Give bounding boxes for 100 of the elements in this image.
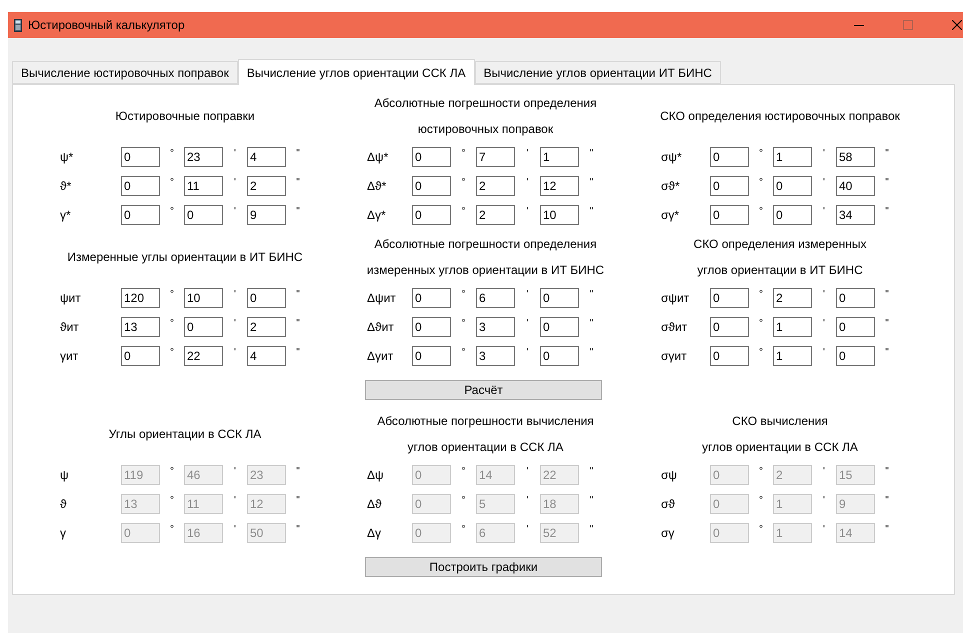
number-field[interactable]: 0 xyxy=(412,204,451,224)
number-field[interactable]: 2 xyxy=(476,204,515,224)
angle-label: σψ* xyxy=(661,150,683,164)
number-field[interactable]: 1 xyxy=(540,146,579,166)
action-button[interactable]: Построить графики xyxy=(365,557,602,577)
number-field[interactable]: 0 xyxy=(710,176,749,196)
unit-mark: ° xyxy=(169,466,175,477)
number-field[interactable]: 0 xyxy=(121,204,160,224)
number-field[interactable]: 0 xyxy=(121,176,160,196)
angle-label: σγит xyxy=(661,348,688,362)
number-field[interactable]: 0 xyxy=(836,346,875,366)
unit-mark: ' xyxy=(526,148,530,159)
number-field[interactable]: 0 xyxy=(710,346,749,366)
number-field[interactable]: 0 xyxy=(121,346,160,366)
number-field[interactable]: 2 xyxy=(247,176,286,196)
unit-mark: " xyxy=(588,524,594,535)
number-field[interactable]: 0 xyxy=(247,288,286,308)
tab[interactable]: Вычисление углов ориентации ИТ БИНС xyxy=(474,61,721,84)
unit-mark: " xyxy=(588,148,594,159)
angle-label: σγ xyxy=(661,526,676,540)
number-field[interactable]: 0 xyxy=(710,316,749,336)
number-field[interactable]: 1 xyxy=(773,316,812,336)
number-field[interactable]: 0 xyxy=(710,288,749,308)
unit-mark: " xyxy=(884,495,890,506)
number-field[interactable]: 58 xyxy=(836,146,875,166)
number-field[interactable]: 0 xyxy=(710,204,749,224)
number-field[interactable]: 12 xyxy=(540,176,579,196)
number-field[interactable]: 0 xyxy=(540,288,579,308)
minimize-icon[interactable] xyxy=(854,24,864,26)
unit-mark: ' xyxy=(526,466,530,477)
number-field[interactable]: 11 xyxy=(184,176,223,196)
section-title: углов ориентации в ССК ЛА xyxy=(408,440,564,454)
unit-mark: ' xyxy=(822,524,826,535)
unit-mark: " xyxy=(884,177,890,188)
number-field[interactable]: 0 xyxy=(184,316,223,336)
number-field[interactable]: 3 xyxy=(476,346,515,366)
unit-mark: ' xyxy=(822,206,826,217)
unit-mark: ° xyxy=(758,318,764,329)
unit-mark: " xyxy=(295,495,301,506)
tab[interactable]: Вычисление углов ориентации ССК ЛА xyxy=(238,59,475,85)
number-field[interactable]: 4 xyxy=(247,346,286,366)
number-field[interactable]: 1 xyxy=(773,346,812,366)
unit-mark: ° xyxy=(169,177,175,188)
number-field[interactable]: 0 xyxy=(412,146,451,166)
angle-label: ψ xyxy=(60,468,70,482)
number-field[interactable]: 0 xyxy=(540,346,579,366)
number-field[interactable]: 2 xyxy=(773,288,812,308)
unit-mark: " xyxy=(588,206,594,217)
unit-mark: " xyxy=(588,318,594,329)
unit-mark: ' xyxy=(822,289,826,300)
unit-mark: ' xyxy=(822,148,826,159)
number-field[interactable]: 0 xyxy=(710,146,749,166)
number-field[interactable]: 1 xyxy=(773,146,812,166)
number-field[interactable]: 10 xyxy=(184,288,223,308)
number-field[interactable]: 10 xyxy=(540,204,579,224)
number-field[interactable]: 3 xyxy=(476,316,515,336)
unit-mark: ° xyxy=(460,466,466,477)
angle-label: σϑ* xyxy=(661,178,681,192)
close-icon[interactable] xyxy=(952,20,962,30)
angle-label: Δγ* xyxy=(367,208,387,222)
number-field[interactable]: 9 xyxy=(247,204,286,224)
unit-mark: ' xyxy=(822,466,826,477)
number-field[interactable]: 6 xyxy=(476,288,515,308)
number-field[interactable]: 40 xyxy=(836,176,875,196)
number-field[interactable]: 0 xyxy=(412,176,451,196)
unit-mark: ° xyxy=(169,148,175,159)
number-field[interactable]: 0 xyxy=(540,316,579,336)
unit-mark: " xyxy=(588,289,594,300)
unit-mark: ° xyxy=(460,495,466,506)
number-field[interactable]: 22 xyxy=(184,346,223,366)
number-field[interactable]: 34 xyxy=(836,204,875,224)
number-field[interactable]: 0 xyxy=(836,288,875,308)
number-field[interactable]: 0 xyxy=(412,288,451,308)
tab[interactable]: Вычисление юстировочных поправок xyxy=(12,61,238,84)
unit-mark: " xyxy=(884,318,890,329)
angle-label: ϑит xyxy=(60,320,80,334)
angle-label: σϑит xyxy=(661,320,688,334)
number-field[interactable]: 0 xyxy=(184,204,223,224)
unit-mark: " xyxy=(588,177,594,188)
unit-mark: ' xyxy=(233,466,237,477)
number-field[interactable]: 0 xyxy=(773,204,812,224)
number-field[interactable]: 0 xyxy=(773,176,812,196)
action-button[interactable]: Расчёт xyxy=(365,380,602,400)
number-field[interactable]: 0 xyxy=(412,316,451,336)
number-field[interactable]: 2 xyxy=(247,316,286,336)
number-field[interactable]: 0 xyxy=(121,146,160,166)
unit-mark: ' xyxy=(822,495,826,506)
number-field[interactable]: 120 xyxy=(121,288,160,308)
unit-mark: ° xyxy=(758,495,764,506)
number-field[interactable]: 13 xyxy=(121,316,160,336)
number-field[interactable]: 0 xyxy=(836,316,875,336)
unit-mark: ° xyxy=(758,524,764,535)
angle-label: Δϑит xyxy=(367,320,395,334)
number-field[interactable]: 0 xyxy=(412,346,451,366)
number-field[interactable]: 7 xyxy=(476,146,515,166)
number-field[interactable]: 2 xyxy=(476,176,515,196)
number-field[interactable]: 23 xyxy=(184,146,223,166)
unit-mark: ° xyxy=(460,524,466,535)
unit-mark: " xyxy=(884,148,890,159)
number-field[interactable]: 4 xyxy=(247,146,286,166)
